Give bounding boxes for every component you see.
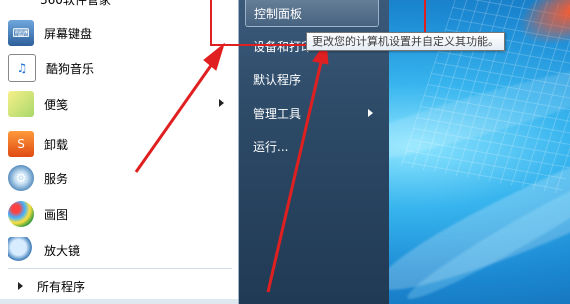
program-item[interactable]: ⚙ 服务 (2, 161, 234, 195)
program-item-label: 放大镜 (44, 243, 81, 258)
all-programs-button[interactable]: 所有程序 (2, 272, 234, 300)
program-item-label: 屏幕键盘 (44, 26, 93, 41)
admin-tools-label: 管理工具 (253, 106, 302, 121)
program-item[interactable]: ♫ 酷狗音乐 (2, 51, 234, 85)
submenu-arrow-icon (368, 109, 373, 117)
expand-arrow-icon (18, 282, 23, 290)
program-item-label: 卸载 (44, 137, 69, 152)
program-item-label: 便笺 (44, 97, 69, 112)
magnifier-icon (8, 237, 34, 263)
program-item-label[interactable]: 360软件管家 (40, 0, 111, 8)
program-item-label: 酷狗音乐 (46, 61, 95, 76)
program-item-label: 服务 (44, 171, 69, 186)
services-gear-icon: ⚙ (8, 165, 34, 191)
all-programs-label: 所有程序 (37, 279, 86, 294)
run-label: 运行... (253, 139, 289, 154)
search-box-strip (0, 299, 238, 304)
kugou-music-icon: ♫ (8, 54, 36, 82)
keyboard-icon: ⌨ (8, 20, 34, 46)
admin-tools-item[interactable]: 管理工具 (245, 99, 377, 127)
start-menu-programs-pane: 360软件管家 ⌨ 屏幕键盘 ♫ 酷狗音乐便笺 S 卸载 ⚙ 服务画图放大镜 所有程序 (0, 0, 239, 304)
program-item[interactable]: 放大镜 (2, 233, 234, 267)
uninstall-icon: S (8, 131, 34, 157)
run-item[interactable]: 运行... (245, 132, 377, 160)
default-programs-label: 默认程序 (253, 72, 302, 87)
program-item[interactable]: ⌨ 屏幕键盘 (2, 16, 234, 50)
program-item[interactable]: 画图 (2, 197, 234, 231)
program-item[interactable]: 便笺 (2, 87, 234, 121)
control-panel-tooltip: 更改您的计算机设置并自定义其功能。 (306, 32, 505, 51)
sticky-notes-icon (8, 91, 34, 117)
program-item-label: 画图 (44, 207, 69, 222)
program-item[interactable]: S 卸载 (2, 127, 234, 161)
default-programs-item[interactable]: 默认程序 (245, 65, 377, 93)
separator (8, 268, 232, 269)
paint-icon (8, 201, 34, 227)
submenu-arrow-icon (219, 99, 224, 107)
